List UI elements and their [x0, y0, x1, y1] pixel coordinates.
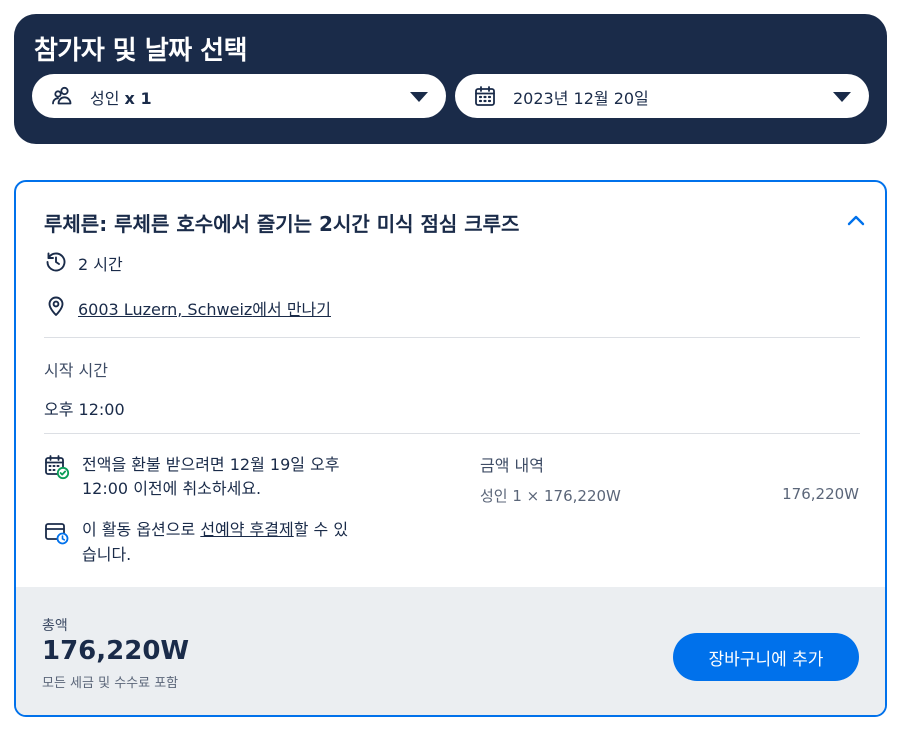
reserve-line-2: 습니다.	[82, 545, 132, 564]
meeting-point-link[interactable]: 6003 Luzern, Schweiz	[78, 300, 252, 319]
divider	[44, 337, 860, 338]
start-time-label: 시작 시간	[44, 361, 108, 380]
people-icon	[50, 84, 74, 108]
meeting-point: 6003 Luzern, Schweiz에서 만나기	[78, 296, 331, 320]
date-dropdown[interactable]: 2023년 12월 20일	[455, 74, 869, 118]
wallet-clock-icon	[44, 520, 69, 545]
date-value: 2023년 12월 20일	[513, 89, 649, 108]
refund-line-1: 전액을 환불 받으려면 12월 19일 오후	[82, 455, 340, 474]
refund-policy: 전액을 환불 받으려면 12월 19일 오후 12:00 이전에 취소하세요.	[82, 453, 340, 501]
caret-down-icon	[833, 92, 851, 102]
refund-line-2: 12:00 이전에 취소하세요.	[82, 479, 262, 498]
activity-title: 루체른: 루체른 호수에서 즐기는 2시간 미식 점심 크루즈	[44, 212, 520, 236]
price-line-label: 성인 1 × 176,220W	[480, 487, 621, 505]
price-line-amount: 176,220W	[782, 485, 859, 503]
selector-title: 참가자 및 날짜 선택	[34, 36, 248, 66]
chevron-up-icon[interactable]	[845, 210, 867, 232]
caret-down-icon	[410, 92, 428, 102]
total-label: 총액	[42, 618, 68, 634]
reserve-suffix: 할 수 있	[293, 520, 349, 539]
price-breakdown-header: 금액 내역	[480, 456, 544, 475]
clock-history-icon	[44, 250, 68, 274]
participant-date-selector: 참가자 및 날짜 선택 성인 x 1 2023년 12월 20일	[14, 14, 887, 144]
participants-dropdown[interactable]: 성인 x 1	[32, 74, 446, 118]
participants-label: 성인	[90, 89, 120, 108]
reserve-now-pay-later-link[interactable]: 선예약 후결제	[200, 520, 293, 539]
activity-option-card: 루체른: 루체른 호수에서 즐기는 2시간 미식 점심 크루즈 2 시간 600…	[14, 180, 887, 717]
reserve-prefix: 이 활동 옵션으로	[82, 520, 201, 539]
meeting-point-suffix[interactable]: 에서 만나기	[252, 300, 331, 319]
map-pin-icon	[44, 294, 68, 318]
participants-value: 성인 x 1	[90, 85, 152, 109]
total-amount: 176,220W	[42, 636, 190, 666]
tax-note: 모든 세금 및 수수료 포함	[42, 676, 179, 691]
reserve-info: 이 활동 옵션으로 선예약 후결제할 수 있 습니다.	[82, 517, 348, 567]
card-footer: 총액 176,220W 모든 세금 및 수수료 포함 장바구니에 추가	[16, 587, 885, 715]
calendar-icon	[473, 84, 497, 108]
calendar-check-icon	[44, 454, 70, 480]
divider	[44, 433, 860, 434]
start-time-value: 오후 12:00	[44, 400, 125, 419]
duration-text: 2 시간	[78, 255, 123, 274]
participants-count: x 1	[124, 89, 152, 108]
add-to-cart-button[interactable]: 장바구니에 추가	[673, 633, 859, 681]
